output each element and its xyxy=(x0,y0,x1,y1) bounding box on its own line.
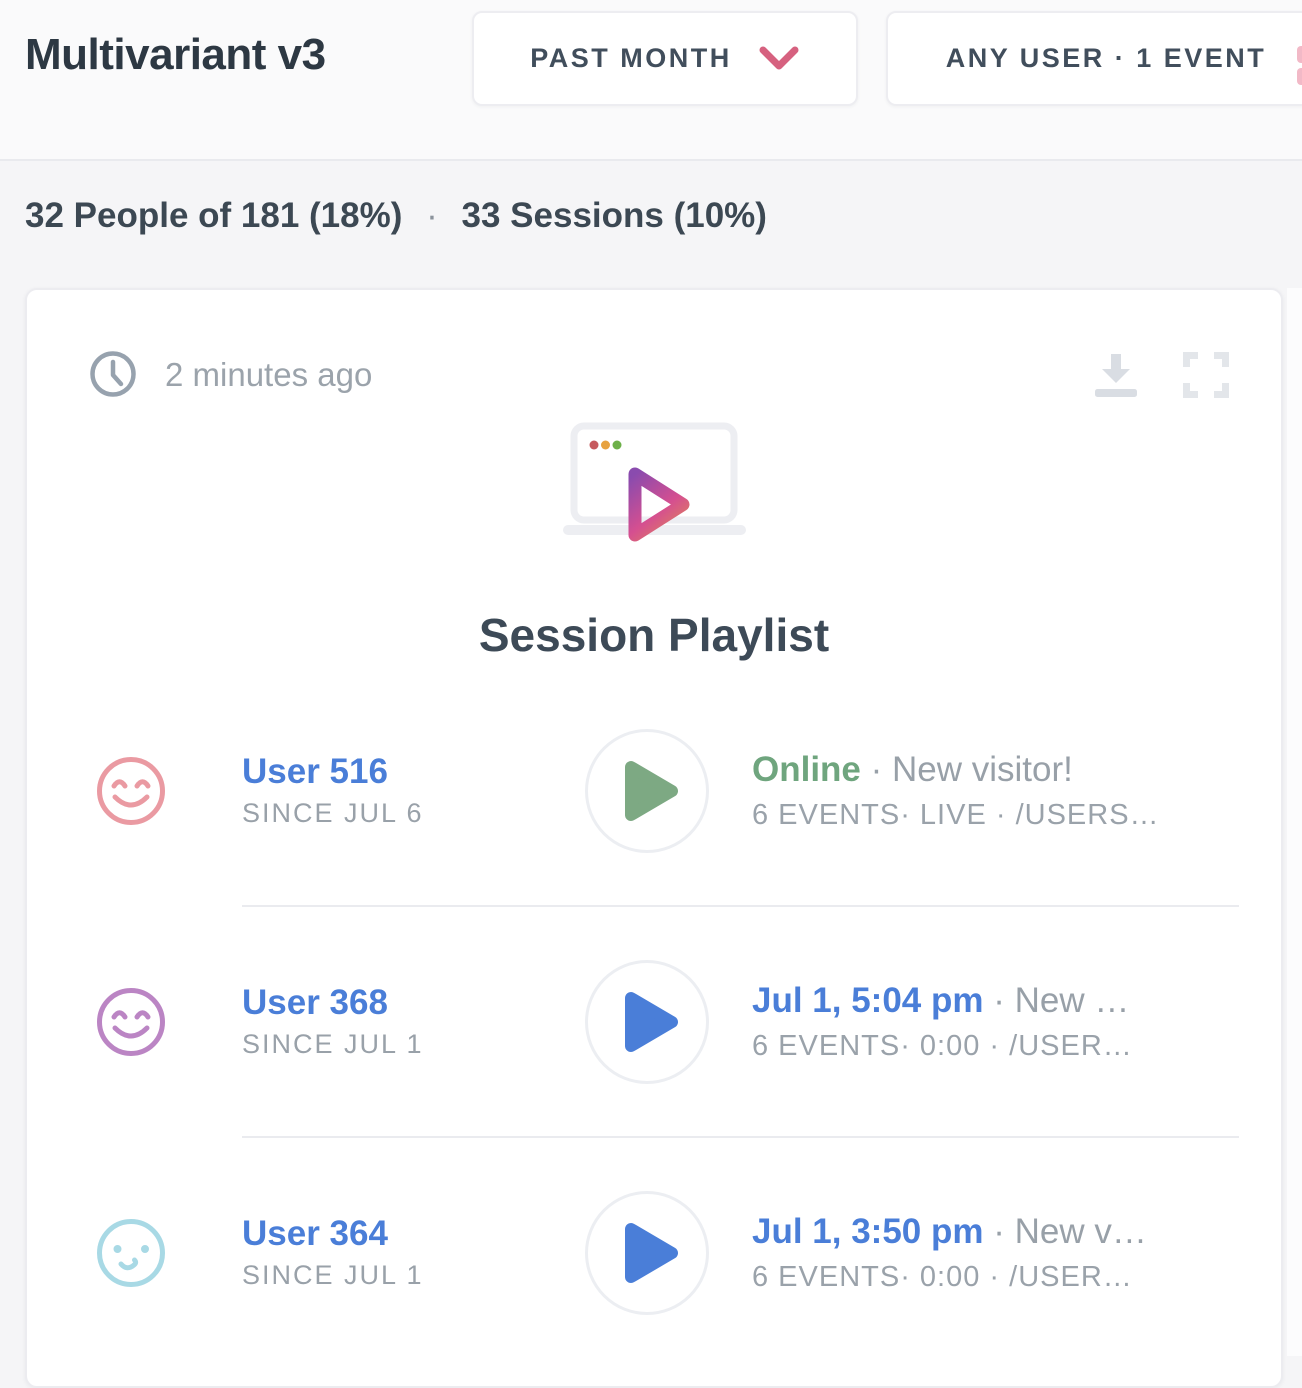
user-info: User 516 SINCE JUL 6 xyxy=(242,752,585,829)
right-strip xyxy=(1287,288,1302,1356)
mood-face-icon xyxy=(95,986,167,1058)
mood-face-icon xyxy=(95,1217,167,1289)
since-label: SINCE JUL 1 xyxy=(242,1260,585,1291)
play-session-button[interactable] xyxy=(585,729,709,853)
stats-separator: · xyxy=(412,196,452,235)
session-info: Jul 1, 5:04 pm · New … 6 EVENTS· 0:00 · … xyxy=(752,981,1241,1063)
play-session-button[interactable] xyxy=(585,1191,709,1315)
session-status: Jul 1, 3:50 pm xyxy=(752,1212,983,1251)
session-row: User 364 SINCE JUL 1 Jul 1, 3:50 pm · Ne… xyxy=(27,1138,1281,1367)
cutoff-filter-icon[interactable] xyxy=(1297,46,1302,90)
card-toolbar: 2 minutes ago xyxy=(27,290,1281,410)
play-triangle-icon xyxy=(631,998,672,1046)
people-stat: 32 People of 181 (18%) xyxy=(25,196,402,235)
session-meta: 6 EVENTS· 0:00 · /USER… xyxy=(752,1261,1241,1294)
session-rows: User 516 SINCE JUL 6 Online · New visito… xyxy=(27,676,1281,1367)
user-link[interactable]: User 516 xyxy=(242,752,585,792)
playlist-title: Session Playlist xyxy=(27,608,1281,662)
user-link[interactable]: User 364 xyxy=(242,1214,585,1254)
browser-window xyxy=(574,426,734,520)
since-label: SINCE JUL 6 xyxy=(242,798,585,829)
chevron-down-icon xyxy=(758,46,800,72)
date-range-label: PAST MONTH xyxy=(530,43,732,74)
sessions-stat: 33 Sessions (10%) xyxy=(462,196,767,235)
since-label: SINCE JUL 1 xyxy=(242,1029,585,1060)
top-bar: Multivariant v3 PAST MONTH ANY USER · 1 … xyxy=(0,0,1302,161)
session-note: · New … xyxy=(983,981,1129,1020)
user-info: User 368 SINCE JUL 1 xyxy=(242,983,585,1060)
fullscreen-icon[interactable] xyxy=(1183,352,1229,398)
session-player-illustration xyxy=(547,422,757,562)
session-status: Jul 1, 5:04 pm xyxy=(752,981,983,1020)
funnel-stats: 32 People of 181 (18%) · 33 Sessions (10… xyxy=(25,196,767,236)
user-info: User 364 SINCE JUL 1 xyxy=(242,1214,585,1291)
mood-face-icon xyxy=(95,755,167,827)
page-title: Multivariant v3 xyxy=(25,30,326,80)
session-row: User 368 SINCE JUL 1 Jul 1, 5:04 pm · Ne… xyxy=(27,907,1281,1136)
session-row: User 516 SINCE JUL 6 Online · New visito… xyxy=(27,676,1281,905)
play-triangle-icon xyxy=(631,1229,672,1277)
session-meta: 6 EVENTS· 0:00 · /USER… xyxy=(752,1030,1241,1063)
session-note: · New v… xyxy=(983,1212,1146,1251)
session-playlist-card: 2 minutes ago xyxy=(25,288,1283,1388)
user-event-filter-button[interactable]: ANY USER · 1 EVENT xyxy=(886,11,1302,106)
session-meta: 6 EVENTS· LIVE · /USERS… xyxy=(752,799,1241,832)
last-updated-text: 2 minutes ago xyxy=(165,356,372,394)
date-range-button[interactable]: PAST MONTH xyxy=(472,11,858,106)
user-event-filter-label: ANY USER · 1 EVENT xyxy=(946,43,1267,74)
play-session-button[interactable] xyxy=(585,960,709,1084)
clock-icon xyxy=(89,350,137,398)
play-triangle-icon xyxy=(631,767,672,815)
session-info: Jul 1, 3:50 pm · New v… 6 EVENTS· 0:00 ·… xyxy=(752,1212,1241,1294)
user-link[interactable]: User 368 xyxy=(242,983,585,1023)
session-note: · New visitor! xyxy=(861,750,1073,789)
session-status: Online xyxy=(752,750,861,789)
session-info: Online · New visitor! 6 EVENTS· LIVE · /… xyxy=(752,750,1241,832)
download-icon[interactable] xyxy=(1093,352,1139,398)
